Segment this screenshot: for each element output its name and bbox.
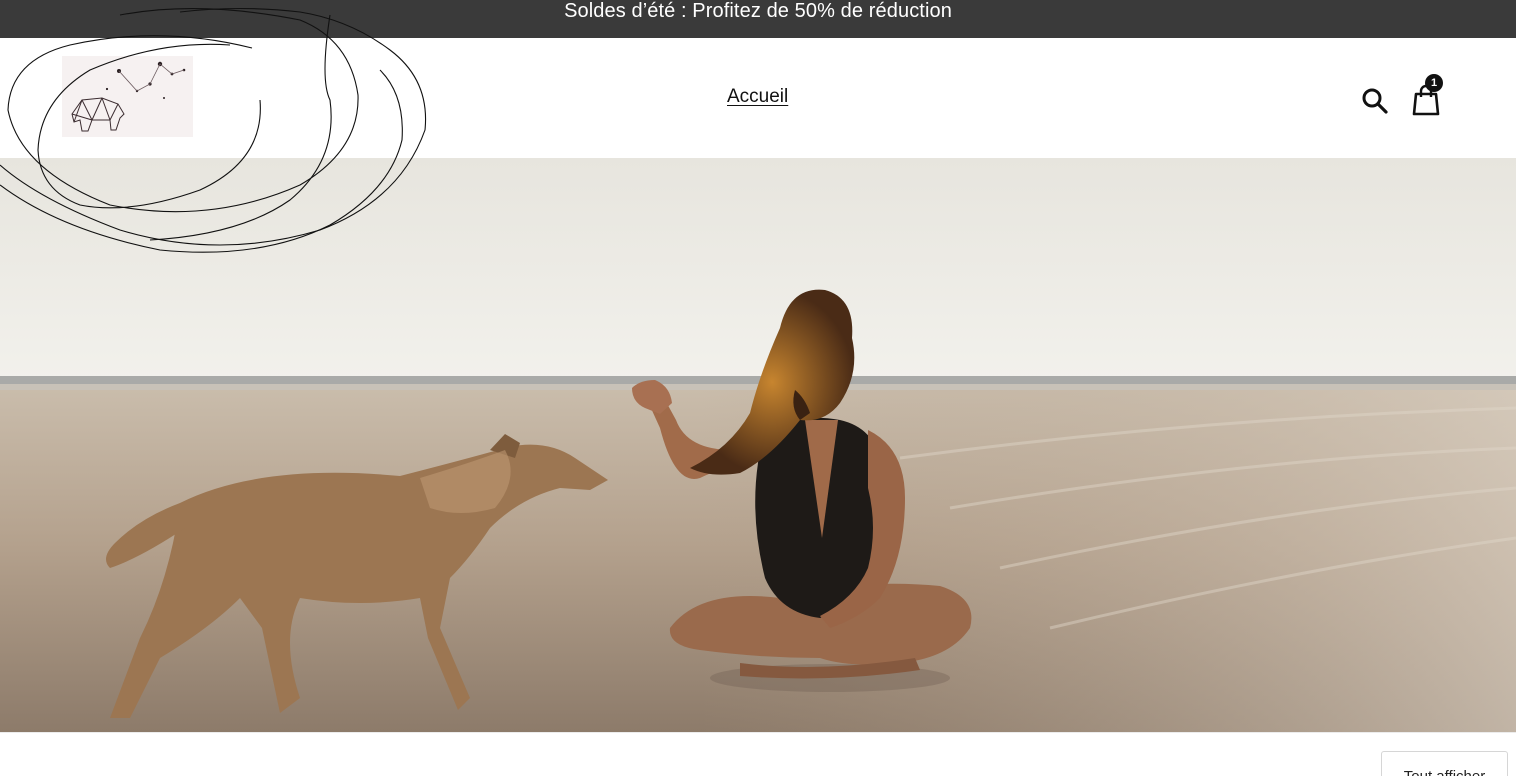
site-header: Accueil 1 — [0, 38, 1516, 158]
bear-constellation-logo-icon — [62, 56, 193, 137]
announcement-bar: Soldes d’été : Profitez de 50% de réduct… — [0, 0, 1516, 38]
featured-collection-section — [0, 732, 1516, 776]
view-all-button[interactable]: Tout afficher — [1381, 751, 1508, 776]
search-icon — [1362, 88, 1388, 114]
nav-link-home[interactable]: Accueil — [727, 86, 788, 108]
cart-count-badge: 1 — [1425, 74, 1443, 92]
announcement-text: Soldes d’été : Profitez de 50% de réduct… — [564, 0, 952, 22]
beach-woman-dog-photo — [0, 158, 1516, 732]
search-button[interactable] — [1360, 86, 1390, 116]
hero-banner — [0, 158, 1516, 732]
store-logo[interactable] — [62, 56, 193, 137]
